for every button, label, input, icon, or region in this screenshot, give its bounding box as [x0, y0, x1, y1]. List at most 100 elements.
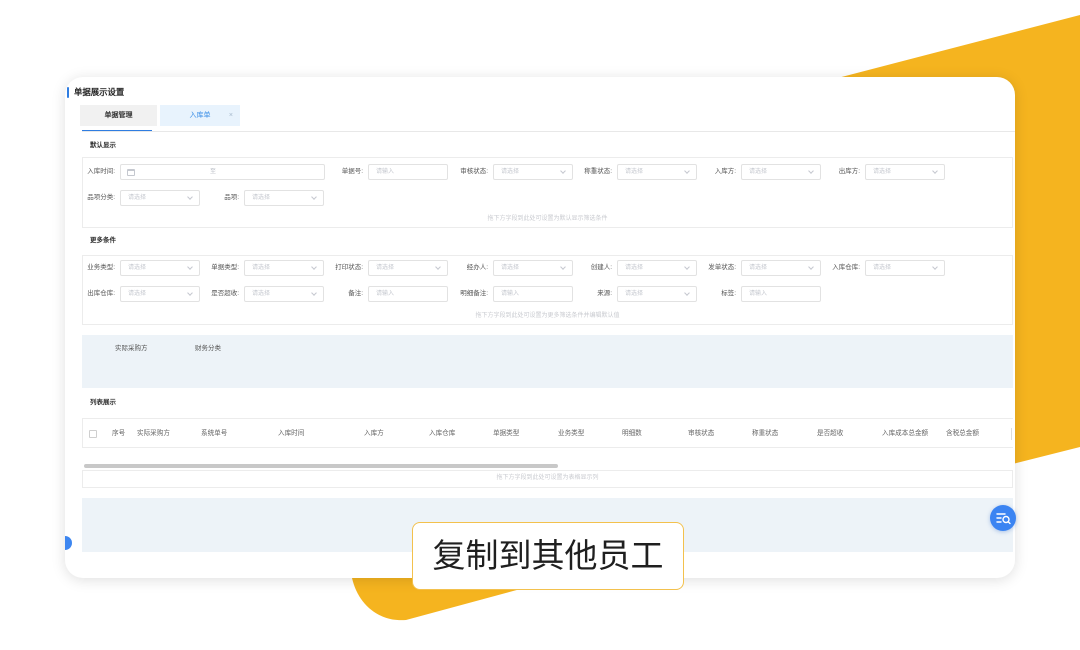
filter-handler: 经办人: 请选择 [449, 260, 573, 276]
filter-label: 是否超收: [211, 290, 239, 297]
filter-creator: 创建人: 请选择 [573, 260, 697, 276]
chevron-down-icon [187, 264, 193, 270]
chevron-down-icon [808, 168, 814, 174]
creator-select[interactable]: 请选择 [617, 260, 697, 276]
filter-label: 备注: [348, 290, 363, 297]
filter-label: 明细备注: [460, 290, 488, 297]
column-header[interactable]: 序号 [112, 429, 125, 439]
column-header[interactable]: 入库时间 [278, 429, 304, 439]
page-title: 单据展示设置 [74, 87, 125, 97]
chevron-down-icon [684, 168, 690, 174]
title-accent-bar [67, 87, 69, 98]
chevron-down-icon [187, 290, 193, 296]
business-type-select[interactable]: 请选择 [120, 260, 200, 276]
filter-label: 经办人: [466, 264, 488, 271]
shipping-party-select[interactable]: 请选择 [865, 164, 945, 180]
placeholder: 请选择 [873, 265, 892, 271]
inbound-warehouse-select[interactable]: 请选择 [865, 260, 945, 276]
video-caption: 复制到其他员工 [412, 522, 684, 590]
filter-label: 单据类型: [211, 264, 239, 271]
field-chip-finance-category[interactable]: 财务分类 [195, 344, 221, 354]
receiving-party-select[interactable]: 请选择 [741, 164, 821, 180]
select-all-checkbox[interactable] [89, 430, 97, 438]
filter-receiving-party: 入库方: 请选择 [697, 164, 821, 180]
chevron-down-icon [187, 194, 193, 200]
placeholder: 请选择 [252, 195, 271, 201]
column-header[interactable]: 系统单号 [201, 429, 227, 439]
column-header[interactable]: 明细数 [622, 429, 642, 439]
document-number-input[interactable]: 请输入 [368, 164, 448, 180]
audit-status-select[interactable]: 请选择 [493, 164, 573, 180]
field-chip-actual-purchaser[interactable]: 实际采购方 [115, 344, 148, 354]
item-select[interactable]: 请选择 [244, 190, 324, 206]
filter-source: 来源: 请选择 [573, 286, 697, 302]
column-header[interactable]: 入库方 [364, 429, 384, 439]
column-header[interactable]: 是否超收 [817, 429, 843, 439]
placeholder: 请输入 [749, 291, 768, 297]
item-category-select[interactable]: 请选择 [120, 190, 200, 206]
column-header[interactable]: 称重状态 [752, 429, 778, 439]
section-title-list: 列表展示 [90, 399, 116, 406]
filter-document-type: 单据类型: 请选择 [200, 260, 324, 276]
tab-divider [82, 131, 1015, 132]
horizontal-scrollbar[interactable] [84, 464, 558, 468]
column-header[interactable]: 审核状态 [688, 429, 714, 439]
filter-inbound-warehouse: 入库仓库: 请选择 [821, 260, 945, 276]
column-header[interactable]: 入库仓库 [429, 429, 455, 439]
filter-over-receipt: 是否超收: 请选择 [200, 286, 324, 302]
date-range-input[interactable]: 至 [120, 164, 325, 180]
remark-input[interactable]: 请输入 [368, 286, 448, 302]
detail-remark-input[interactable]: 请输入 [493, 286, 573, 302]
column-resize-divider[interactable] [1011, 428, 1012, 440]
over-receipt-select[interactable]: 请选择 [244, 286, 324, 302]
tab-document-management[interactable]: 单据管理 [80, 105, 157, 126]
filter-detail-remark: 明细备注: 请输入 [449, 286, 573, 302]
chevron-down-icon [435, 264, 441, 270]
placeholder: 请选择 [376, 265, 395, 271]
column-header[interactable]: 含税总金额 [946, 429, 979, 439]
placeholder: 请输入 [501, 291, 520, 297]
placeholder: 请选择 [625, 169, 644, 175]
placeholder: 请选择 [873, 169, 892, 175]
filter-label: 单据号: [341, 168, 363, 175]
filter-label: 创建人: [590, 264, 612, 271]
outbound-warehouse-select[interactable]: 请选择 [120, 286, 200, 302]
filter-inbound-time: 入库时间: 至 [76, 164, 325, 180]
tab-inbound-order[interactable]: 入库单 × [160, 105, 240, 126]
weighing-status-select[interactable]: 请选择 [617, 164, 697, 180]
filter-label: 入库方: [714, 168, 736, 175]
close-icon[interactable]: × [229, 105, 233, 126]
side-toggle-handle[interactable] [65, 536, 72, 550]
date-range-separator: 至 [210, 169, 217, 175]
source-select[interactable]: 请选择 [617, 286, 697, 302]
filter-label: 标签: [721, 290, 736, 297]
chevron-down-icon [684, 290, 690, 296]
tag-input[interactable]: 请输入 [741, 286, 821, 302]
print-status-select[interactable]: 请选择 [368, 260, 448, 276]
placeholder: 请选择 [252, 265, 271, 271]
filter-weighing-status: 称重状态: 请选择 [573, 164, 697, 180]
filter-label: 出库仓库: [87, 290, 115, 297]
placeholder: 请选择 [625, 291, 644, 297]
filter-document-number: 单据号: 请输入 [324, 164, 448, 180]
column-header[interactable]: 实际采购方 [137, 429, 170, 439]
placeholder: 请选择 [749, 265, 768, 271]
dispatch-status-select[interactable]: 请选择 [741, 260, 821, 276]
handler-select[interactable]: 请选择 [493, 260, 573, 276]
filter-label: 出库方: [838, 168, 860, 175]
column-header[interactable]: 入库成本总金额 [882, 429, 928, 439]
search-list-button[interactable] [990, 505, 1016, 531]
search-list-icon [996, 513, 1011, 525]
document-type-select[interactable]: 请选择 [244, 260, 324, 276]
calendar-icon [127, 169, 135, 176]
column-header[interactable]: 单据类型 [493, 429, 519, 439]
placeholder: 请选择 [128, 291, 147, 297]
placeholder: 请选择 [252, 291, 271, 297]
tab-label: 单据管理 [104, 112, 133, 119]
column-header[interactable]: 业务类型 [558, 429, 584, 439]
chevron-down-icon [311, 264, 317, 270]
chevron-down-icon [311, 194, 317, 200]
placeholder: 请选择 [128, 265, 147, 271]
filter-shipping-party: 出库方: 请选择 [821, 164, 945, 180]
filter-label: 来源: [597, 290, 612, 297]
